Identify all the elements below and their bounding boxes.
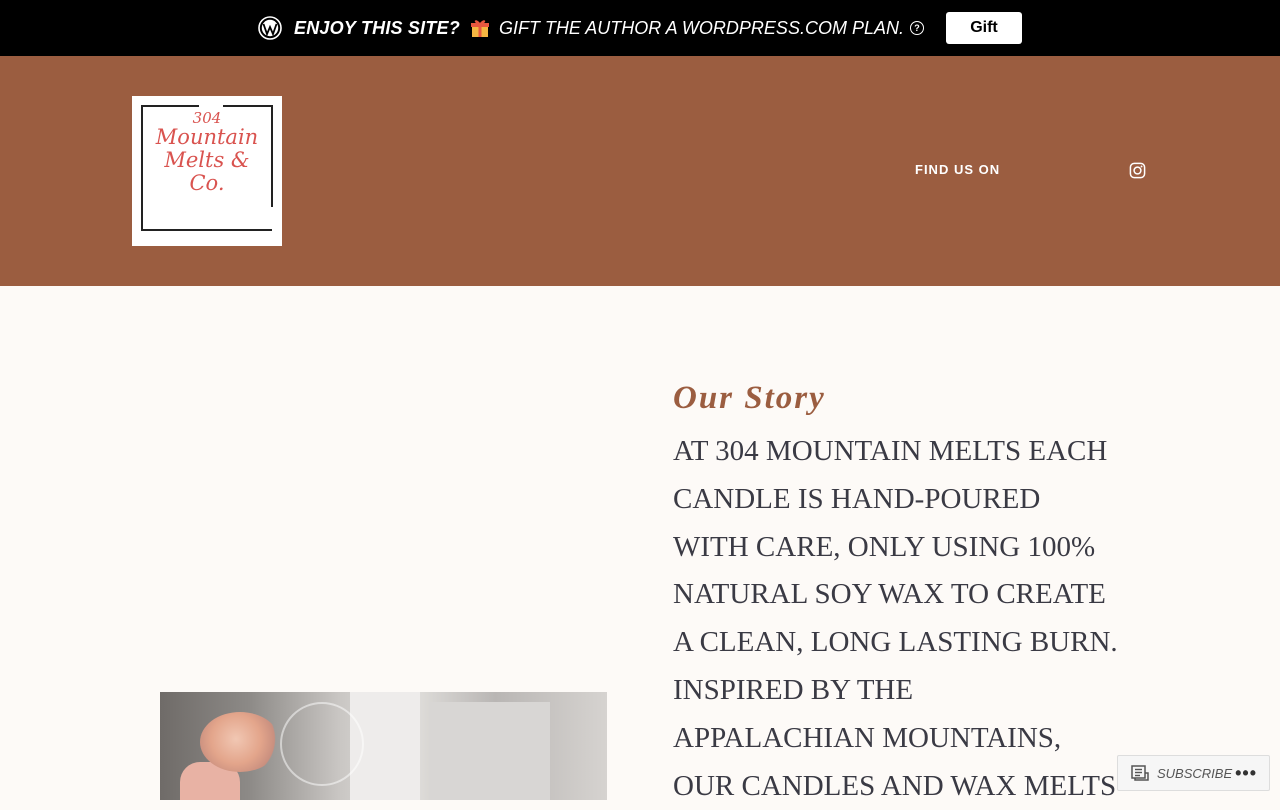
candle-photo bbox=[160, 692, 607, 800]
story-line: AT 304 MOUNTAIN MELTS EACH bbox=[673, 435, 1108, 467]
instagram-icon[interactable] bbox=[1129, 162, 1146, 179]
logo-line-4: Co. bbox=[189, 171, 225, 195]
more-icon[interactable]: ••• bbox=[1235, 763, 1257, 784]
logo-text: 304 Mountain Melts & Co. bbox=[132, 110, 282, 195]
story-line: APPALACHIAN MOUNTAINS, bbox=[673, 721, 1062, 754]
reader-icon[interactable] bbox=[1131, 765, 1149, 781]
story-line: NATURAL SOY WAX TO CREATE bbox=[673, 578, 1106, 611]
photo-flower bbox=[200, 712, 280, 772]
promo-message: GIFT THE AUTHOR A WORDPRESS.COM PLAN. bbox=[498, 17, 904, 38]
subscribe-button[interactable]: SUBSCRIBE bbox=[1157, 766, 1232, 781]
story-line: OUR CANDLES AND WAX MELTS bbox=[673, 769, 1117, 802]
story-title: Our Story bbox=[673, 380, 826, 416]
site-header: 304 Mountain Melts & Co. FIND US ON bbox=[0, 56, 1280, 286]
logo-line-3: Melts & bbox=[164, 148, 250, 172]
help-icon[interactable]: ? bbox=[909, 21, 924, 35]
story-line: INSPIRED BY THE bbox=[673, 673, 914, 706]
photo-background bbox=[430, 702, 550, 800]
find-us-label: FIND US ON bbox=[915, 162, 1001, 177]
logo-line-1: 304 bbox=[192, 109, 222, 127]
logo-line-2: Mountain bbox=[155, 125, 259, 149]
subscribe-bar: SUBSCRIBE ••• bbox=[1117, 755, 1270, 791]
story-line: WITH CARE, ONLY USING 100% bbox=[673, 530, 1096, 563]
story-line: A CLEAN, LONG LASTING BURN. bbox=[673, 626, 1118, 659]
story-line: CANDLE IS HAND-POURED bbox=[673, 482, 1041, 515]
story-body: AT 304 MOUNTAIN MELTS EACH CANDLE IS HAN… bbox=[673, 428, 1143, 810]
gift-icon bbox=[470, 20, 489, 37]
site-logo[interactable]: 304 Mountain Melts & Co. bbox=[132, 96, 282, 246]
wordpress-icon[interactable] bbox=[258, 16, 282, 40]
photo-smoke bbox=[280, 702, 364, 786]
promo-enjoy-text: ENJOY THIS SITE? bbox=[294, 17, 460, 38]
gift-button[interactable]: Gift bbox=[945, 12, 1022, 44]
promo-bar: ENJOY THIS SITE? GIFT THE AUTHOR A WORDP… bbox=[0, 0, 1280, 56]
